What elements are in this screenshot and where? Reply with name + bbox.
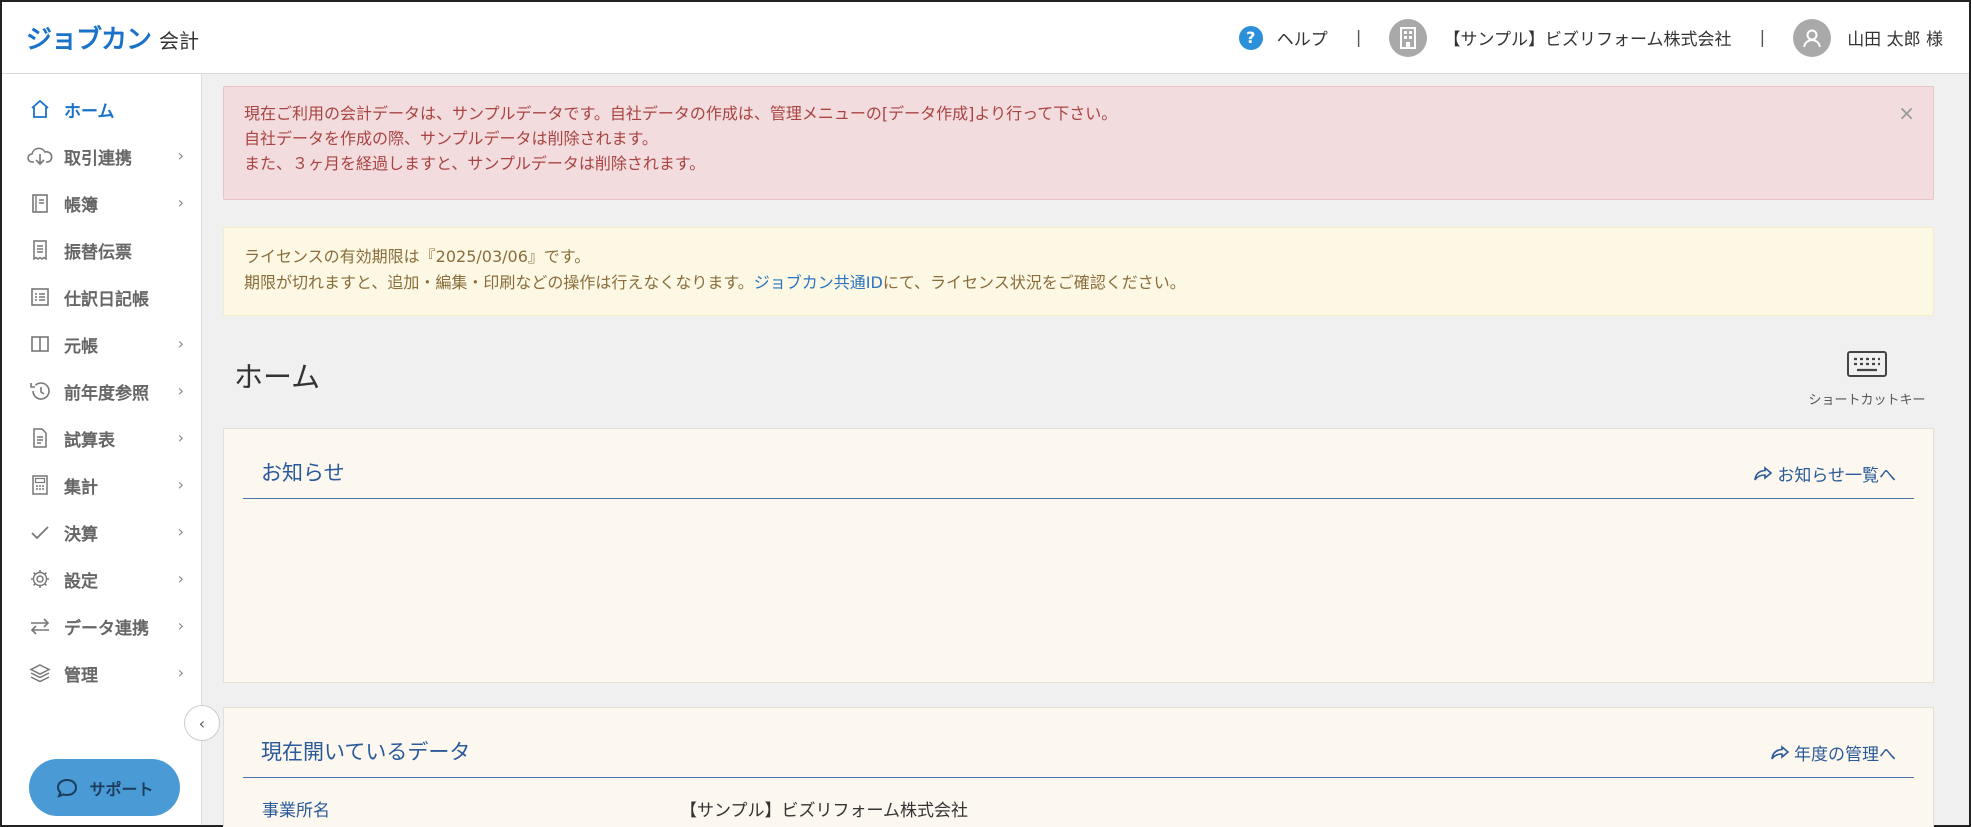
sample-data-alert: 現在ご利用の会計データは、サンプルデータです。自社データの作成は、管理メニューの… <box>223 86 1934 200</box>
sidebar-item-shiwake[interactable]: 仕訳日記帳 <box>2 277 202 317</box>
sidebar-item-label: 帳簿 <box>64 195 98 216</box>
logo-main: ジョブカン <box>26 25 152 55</box>
panel-header: 現在開いているデータ 年度の管理へ <box>243 708 1914 778</box>
sidebar-item-label: 集計 <box>64 477 98 498</box>
alert-line: ライセンスの有効期限は『2025/03/06』です。 <box>244 247 591 266</box>
exchange-icon <box>26 612 54 640</box>
alert-line: また、３ヶ月を経過しますと、サンプルデータは削除されます。 <box>244 154 706 173</box>
alert-text: 期限が切れますと、追加・編集・印刷などの操作は行えなくなります。 <box>244 273 754 292</box>
sidebar-item-label: 前年度参照 <box>64 383 149 404</box>
list-icon <box>26 283 54 311</box>
panel-title: お知らせ <box>261 461 345 485</box>
sidebar-item-label: 試算表 <box>64 430 115 451</box>
chevron-right-icon: › <box>177 522 184 541</box>
app-header: ジョブカン 会計 ? ヘルプ | 【サンプル】ビズリフォーム株式会社 | 山田 … <box>2 2 1969 74</box>
jobcan-id-link[interactable]: ジョブカン共通ID <box>754 273 883 292</box>
chevron-right-icon: › <box>177 475 184 494</box>
news-panel: お知らせ お知らせ一覧へ <box>223 428 1934 683</box>
sidebar-item-shukei[interactable]: 集計 › <box>2 465 202 505</box>
current-data-panel: 現在開いているデータ 年度の管理へ 事業所名 【サンプル】ビズリフォーム株式会社 <box>223 707 1934 827</box>
logo-sub: 会計 <box>159 29 200 53</box>
panel-header: お知らせ お知らせ一覧へ <box>243 429 1914 499</box>
home-icon <box>26 95 54 123</box>
row-value: 【サンプル】ビズリフォーム株式会社 <box>680 801 968 821</box>
sidebar-item-label: 振替伝票 <box>64 242 132 263</box>
chevron-right-icon: › <box>177 334 184 353</box>
user-name[interactable]: 山田 太郎 様 <box>1847 25 1943 50</box>
user-avatar-icon[interactable] <box>1793 18 1832 57</box>
cloud-download-icon <box>26 142 54 170</box>
year-management-link[interactable]: 年度の管理へ <box>1770 740 1896 765</box>
share-arrow-icon <box>1754 465 1773 480</box>
sidebar-item-label: 設定 <box>64 571 98 592</box>
page-title: ホーム <box>234 360 321 394</box>
alert-line: 現在ご利用の会計データは、サンプルデータです。自社データの作成は、管理メニューの… <box>244 104 1118 123</box>
support-label: サポート <box>89 779 154 799</box>
history-icon <box>26 377 54 405</box>
calculator-icon <box>26 471 54 499</box>
chevron-right-icon: › <box>177 193 184 212</box>
sidebar-item-torihiki[interactable]: 取引連携 › <box>2 136 202 176</box>
company-name[interactable]: 【サンプル】ビズリフォーム株式会社 <box>1443 25 1731 50</box>
share-arrow-icon <box>1771 744 1790 759</box>
header-right: ? ヘルプ | 【サンプル】ビズリフォーム株式会社 | 山田 太郎 様 <box>1238 18 1943 57</box>
sidebar-item-label: データ連携 <box>64 618 149 639</box>
gear-icon <box>26 565 54 593</box>
receipt-icon <box>26 236 54 264</box>
sidebar-item-label: 元帳 <box>64 336 98 357</box>
close-icon[interactable]: × <box>1898 101 1915 126</box>
building-icon[interactable] <box>1389 18 1428 57</box>
alert-line: 自社データを作成の際、サンプルデータは削除されます。 <box>244 129 658 148</box>
sidebar-item-data-renkei[interactable]: データ連携 › <box>2 606 202 646</box>
sidebar-item-home[interactable]: ホーム <box>2 89 202 129</box>
sidebar-item-motocho[interactable]: 元帳 › <box>2 324 202 364</box>
chevron-right-icon: › <box>177 616 184 635</box>
chevron-right-icon: › <box>177 663 184 682</box>
app-logo[interactable]: ジョブカン 会計 <box>26 19 199 56</box>
chat-bubble-icon <box>57 778 78 798</box>
document-icon <box>26 424 54 452</box>
sidebar-item-label: 仕訳日記帳 <box>64 289 149 310</box>
shortcut-key-button[interactable]: ショートカットキー <box>1807 349 1927 408</box>
sidebar-item-kanri[interactable]: 管理 › <box>2 653 202 693</box>
sidebar-item-label: 決算 <box>64 524 98 545</box>
sidebar-item-kessan[interactable]: 決算 › <box>2 512 202 552</box>
sidebar-collapse-button[interactable]: ‹ <box>184 705 220 741</box>
check-icon <box>26 518 54 546</box>
shortcut-label: ショートカットキー <box>1808 393 1926 408</box>
sidebar-item-chobo[interactable]: 帳簿 › <box>2 183 202 223</box>
year-management-link-label: 年度の管理へ <box>1794 745 1896 765</box>
sidebar-item-label: 取引連携 <box>64 148 132 169</box>
sidebar-item-settei[interactable]: 設定 › <box>2 559 202 599</box>
columns-icon <box>26 330 54 358</box>
alert-text: にて、ライセンス状況をご確認ください。 <box>882 273 1186 292</box>
sidebar: ホーム 取引連携 › 帳簿 › 振替伝票 仕訳日記帳 元帳 › 前年度参照 › … <box>2 74 202 825</box>
news-list-link[interactable]: お知らせ一覧へ <box>1753 461 1896 486</box>
chevron-right-icon: › <box>177 428 184 447</box>
help-icon[interactable]: ? <box>1238 25 1263 50</box>
separator: | <box>1759 27 1766 48</box>
sidebar-item-shisanhyo[interactable]: 試算表 › <box>2 418 202 458</box>
keyboard-icon <box>1847 351 1887 377</box>
sidebar-item-label: 管理 <box>64 665 98 686</box>
main-content: 現在ご利用の会計データは、サンプルデータです。自社データの作成は、管理メニューの… <box>202 74 1969 827</box>
news-list-link-label: お知らせ一覧へ <box>1777 466 1896 486</box>
sidebar-item-label: ホーム <box>64 101 115 122</box>
row-key: 事業所名 <box>262 801 330 821</box>
sidebar-item-zennendo[interactable]: 前年度参照 › <box>2 371 202 411</box>
panel-title: 現在開いているデータ <box>261 740 471 764</box>
chevron-right-icon: › <box>177 146 184 165</box>
alert-line: 期限が切れますと、追加・編集・印刷などの操作は行えなくなります。ジョブカン共通I… <box>244 270 1913 296</box>
layers-icon <box>26 659 54 687</box>
support-button[interactable]: サポート <box>29 759 180 816</box>
help-link[interactable]: ヘルプ <box>1277 25 1328 50</box>
license-alert: ライセンスの有効期限は『2025/03/06』です。 期限が切れますと、追加・編… <box>223 227 1934 316</box>
separator: | <box>1355 27 1362 48</box>
chevron-right-icon: › <box>177 381 184 400</box>
sidebar-item-furikae[interactable]: 振替伝票 <box>2 230 202 270</box>
chevron-right-icon: › <box>177 569 184 588</box>
book-icon <box>26 189 54 217</box>
